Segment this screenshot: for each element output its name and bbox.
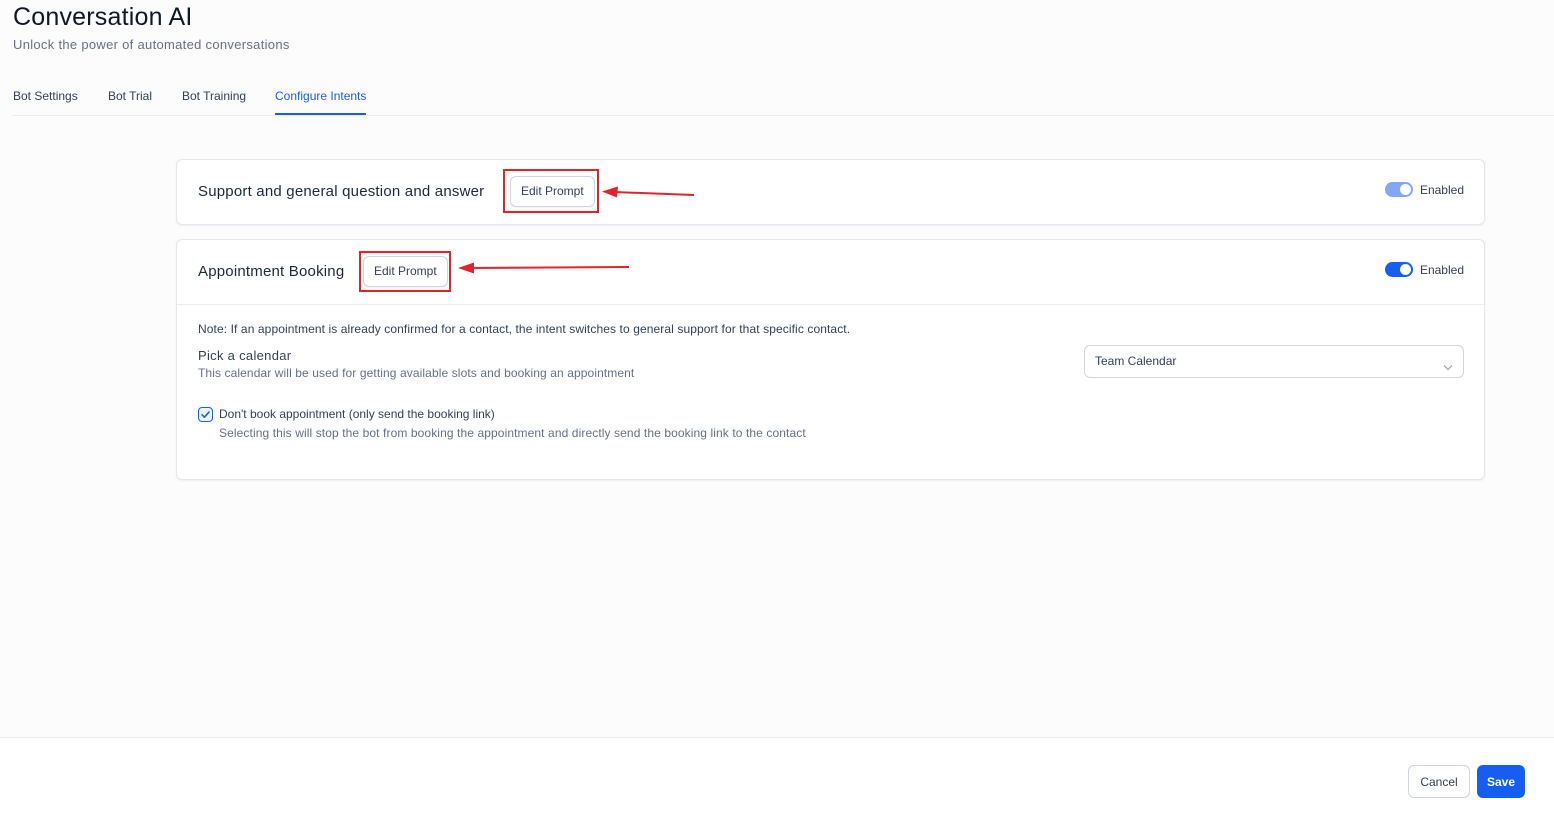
tab-bot-trial[interactable]: Bot Trial bbox=[108, 89, 152, 113]
intent-title: Appointment Booking bbox=[198, 263, 345, 280]
page-title: Conversation AI bbox=[13, 3, 193, 31]
calendar-label: Pick a calendar bbox=[198, 348, 292, 363]
save-button[interactable]: Save bbox=[1477, 765, 1525, 798]
toggle-label: Enabled bbox=[1419, 262, 1464, 277]
intent-toggle-group: Enabled bbox=[1384, 262, 1464, 277]
chevron-down-icon bbox=[1443, 358, 1453, 376]
tab-configure-intents[interactable]: Configure Intents bbox=[275, 89, 367, 115]
dont-book-help-text: Selecting this will stop the bot from bo… bbox=[219, 426, 806, 440]
page-subtitle: Unlock the power of automated conversati… bbox=[13, 37, 290, 52]
intent-card-header: Appointment Booking Edit Prompt Enabled bbox=[177, 240, 1484, 305]
intent-card-appointment: Appointment Booking Edit Prompt Enabled … bbox=[176, 239, 1485, 480]
toggle-label: Enabled bbox=[1419, 182, 1464, 197]
edit-prompt-button[interactable]: Edit Prompt bbox=[510, 176, 595, 207]
tab-bar: Bot Settings Bot Trial Bot Training Conf… bbox=[12, 80, 1554, 116]
checkmark-icon bbox=[201, 411, 210, 418]
toggle-knob bbox=[1399, 264, 1411, 275]
intent-card-support: Support and general question and answer … bbox=[176, 159, 1485, 225]
cancel-button[interactable]: Cancel bbox=[1408, 765, 1470, 798]
calendar-help-text: This calendar will be used for getting a… bbox=[198, 366, 635, 380]
enabled-toggle[interactable] bbox=[1384, 262, 1413, 277]
intent-toggle-group: Enabled bbox=[1384, 182, 1464, 197]
tab-bot-training[interactable]: Bot Training bbox=[182, 89, 246, 113]
intent-card-header: Support and general question and answer … bbox=[177, 160, 1484, 225]
edit-prompt-button[interactable]: Edit Prompt bbox=[363, 256, 448, 287]
calendar-select-value: Team Calendar bbox=[1095, 354, 1177, 368]
intent-title: Support and general question and answer bbox=[198, 183, 485, 200]
dont-book-checkbox[interactable] bbox=[198, 407, 213, 422]
intent-note: Note: If an appointment is already confi… bbox=[198, 322, 851, 336]
calendar-select[interactable]: Team Calendar bbox=[1084, 345, 1464, 378]
enabled-toggle[interactable] bbox=[1384, 182, 1413, 197]
tab-bot-settings[interactable]: Bot Settings bbox=[13, 89, 78, 113]
dont-book-label: Don't book appointment (only send the bo… bbox=[219, 407, 495, 421]
toggle-knob bbox=[1399, 184, 1411, 195]
footer-actions: Cancel Save bbox=[0, 737, 1554, 813]
